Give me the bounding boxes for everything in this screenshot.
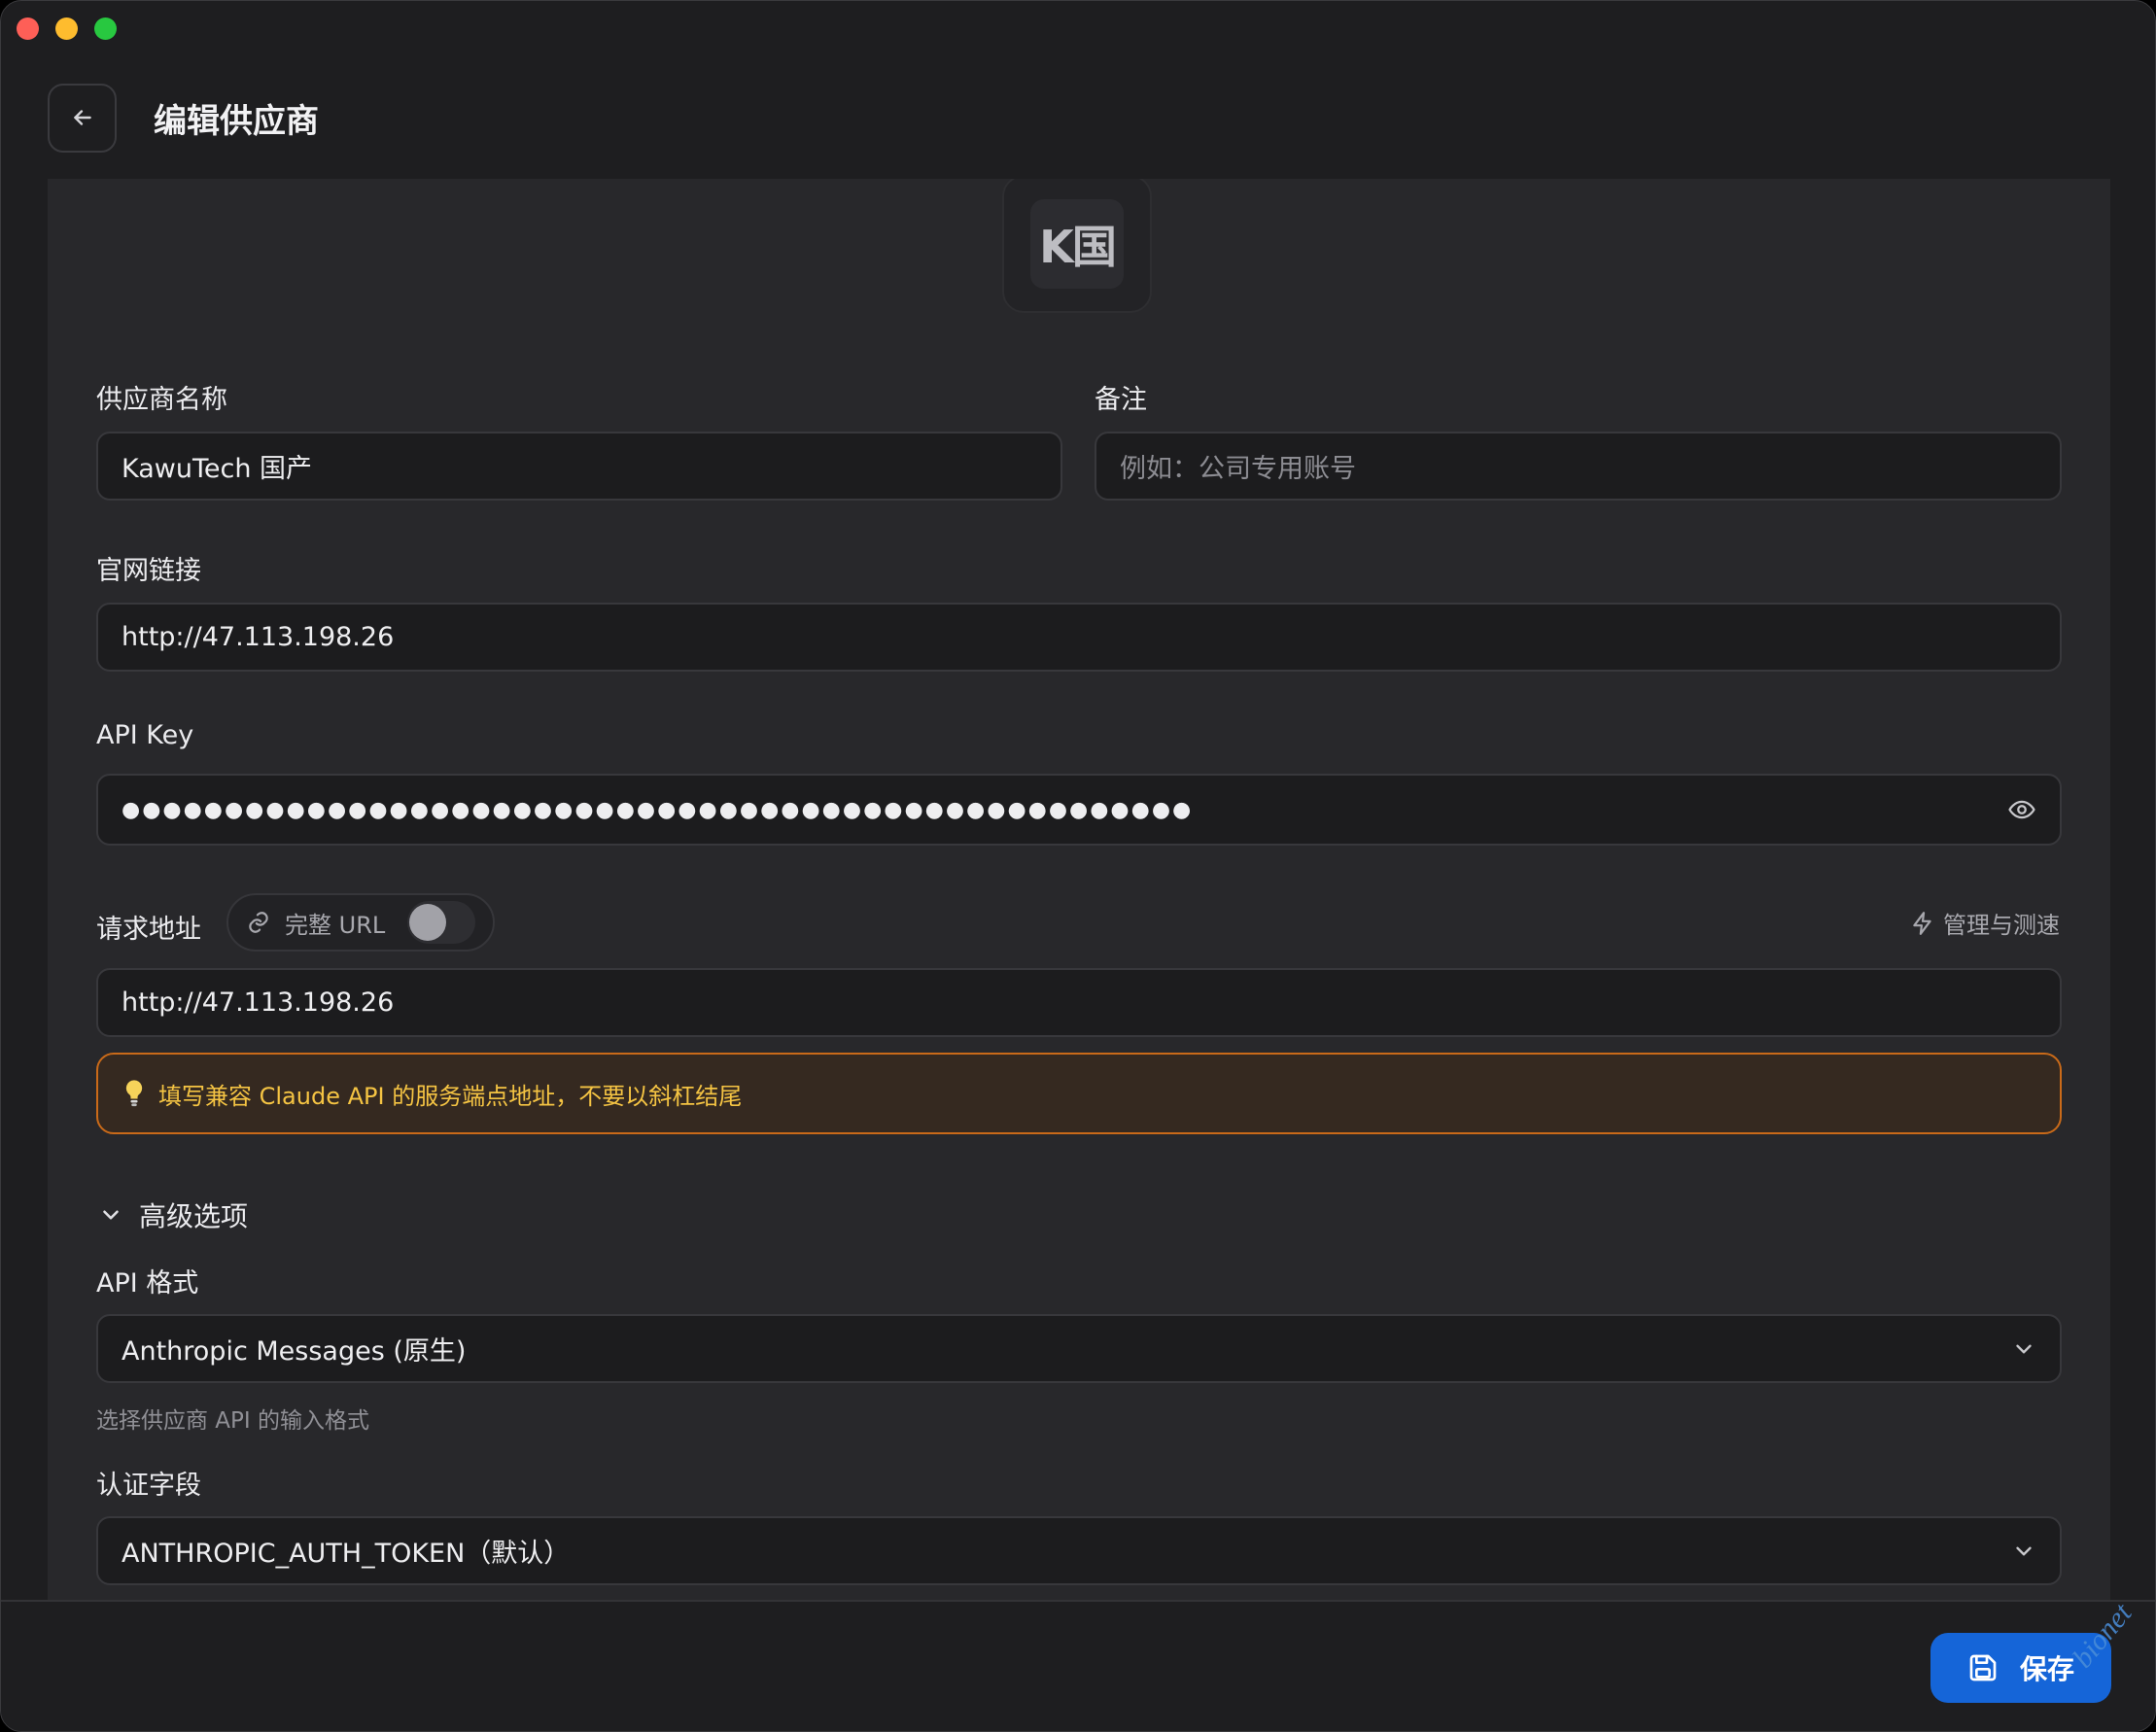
lightning-icon — [1913, 911, 1931, 935]
auth-field-label: 认证字段 — [96, 1471, 201, 1501]
provider-logo[interactable]: K国 — [1002, 179, 1152, 313]
minimize-window-button[interactable] — [55, 17, 78, 40]
full-url-label: 完整 URL — [285, 911, 386, 939]
eye-icon — [2008, 800, 2035, 819]
request-url-value: http://47.113.198.26 — [122, 987, 395, 1018]
api-key-masked-value: ●●●●●●●●●●●●●●●●●●●●●●●●●●●●●●●●●●●●●●●●… — [122, 797, 1194, 822]
save-icon — [1969, 1654, 1997, 1681]
form-panel: K国 供应商名称 KawuTech 国产 备注 例如：公司专用账号 官网链接 h… — [48, 179, 2110, 1600]
full-url-toggle[interactable]: 完整 URL — [226, 893, 495, 952]
app-window: 编辑供应商 K国 供应商名称 KawuTech 国产 备注 例如：公司专用账号 … — [0, 0, 2156, 1732]
provider-logo-text: K国 — [1030, 199, 1124, 289]
toggle-visibility-button[interactable] — [2007, 795, 2036, 824]
advanced-options-toggle[interactable]: 高级选项 — [98, 1195, 248, 1234]
website-label: 官网链接 — [96, 556, 201, 586]
provider-name-input[interactable]: KawuTech 国产 — [96, 432, 1062, 501]
arrow-left-icon — [73, 110, 91, 125]
tip-text: 填写兼容 Claude API 的服务端点地址，不要以斜杠结尾 — [158, 1082, 743, 1110]
api-format-label: API 格式 — [96, 1268, 199, 1299]
footer-bar — [1, 1600, 2155, 1731]
manage-speedtest-label: 管理与测速 — [1943, 912, 2060, 939]
api-format-value: Anthropic Messages (原生) — [122, 1336, 467, 1367]
full-url-switch[interactable] — [407, 901, 475, 944]
link-icon — [249, 912, 268, 933]
request-url-input[interactable]: http://47.113.198.26 — [96, 968, 2062, 1037]
note-label: 备注 — [1095, 385, 1147, 415]
window-controls — [17, 17, 117, 40]
note-placeholder: 例如：公司专用账号 — [1120, 454, 1356, 484]
request-url-label: 请求地址 — [96, 915, 201, 945]
save-label: 保存 — [2019, 1653, 2074, 1685]
request-url-tip: 填写兼容 Claude API 的服务端点地址，不要以斜杠结尾 — [96, 1053, 2062, 1134]
note-input[interactable]: 例如：公司专用账号 — [1095, 432, 2062, 501]
website-value: http://47.113.198.26 — [122, 622, 395, 652]
close-window-button[interactable] — [17, 17, 39, 40]
chevron-down-icon — [103, 1210, 119, 1220]
api-format-select[interactable]: Anthropic Messages (原生) — [96, 1314, 2062, 1383]
maximize-window-button[interactable] — [94, 17, 117, 40]
page-header: 编辑供应商 — [48, 83, 319, 153]
advanced-options-label: 高级选项 — [139, 1200, 249, 1232]
back-button[interactable] — [48, 83, 117, 153]
auth-field-select[interactable]: ANTHROPIC_AUTH_TOKEN（默认） — [96, 1516, 2062, 1585]
api-format-hint: 选择供应商 API 的输入格式 — [96, 1408, 370, 1434]
provider-name-value: KawuTech 国产 — [122, 454, 313, 484]
lightbulb-icon — [125, 1080, 143, 1107]
chevron-down-icon — [2016, 1546, 2032, 1555]
api-key-label: API Key — [96, 720, 194, 750]
auth-field-value: ANTHROPIC_AUTH_TOKEN（默认） — [122, 1539, 571, 1569]
chevron-down-icon — [2016, 1344, 2032, 1353]
api-key-input[interactable]: ●●●●●●●●●●●●●●●●●●●●●●●●●●●●●●●●●●●●●●●●… — [96, 774, 2062, 846]
switch-knob — [409, 904, 446, 941]
page-title: 编辑供应商 — [154, 101, 319, 141]
provider-name-label: 供应商名称 — [96, 385, 227, 415]
manage-speedtest-link[interactable]: 管理与测速 — [1910, 906, 2060, 940]
website-input[interactable]: http://47.113.198.26 — [96, 603, 2062, 672]
